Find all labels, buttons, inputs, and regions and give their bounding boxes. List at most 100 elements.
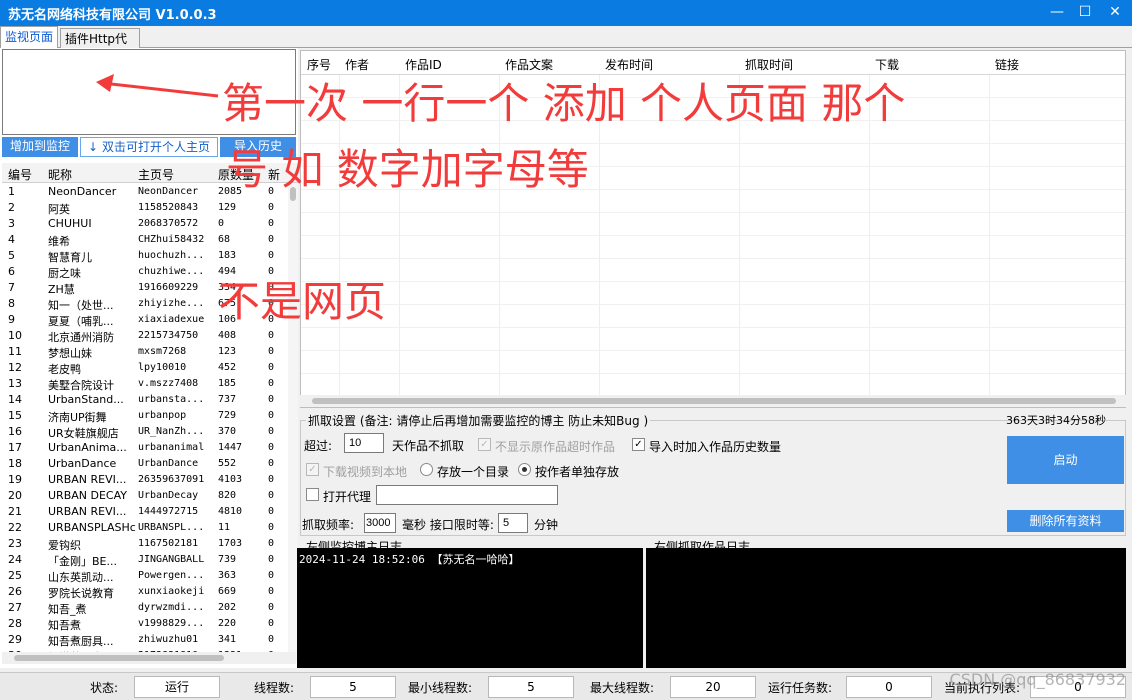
row-original-count: 202 <box>218 602 237 613</box>
row-number: 17 <box>8 441 22 454</box>
by-author-radio[interactable] <box>518 463 531 476</box>
tab-monitor[interactable]: 监视页面 <box>0 26 58 48</box>
table-row[interactable]: 3 CHUHUI 2068370572 0 0 <box>2 216 288 232</box>
row-nickname: 厨之味 <box>48 267 81 280</box>
row-new-count: 0 <box>268 234 275 245</box>
window-title: 苏无名网络科技有限公司 V1.0.0.3 <box>8 8 217 23</box>
row-number: 3 <box>8 217 15 230</box>
col-number[interactable]: 编号 <box>8 166 32 183</box>
freq-input[interactable] <box>364 513 396 533</box>
table-row[interactable]: 5 智慧育儿 huochuzh... 183 0 <box>2 248 288 264</box>
grid-vline <box>989 75 990 397</box>
row-number: 28 <box>8 617 22 630</box>
close-icon[interactable]: ✕ <box>1098 0 1132 26</box>
proxy-checkbox[interactable] <box>306 488 319 501</box>
freq-label: 抓取频率: <box>302 518 355 532</box>
table-row[interactable]: 25 山东英凯动... Powergen... 363 0 <box>2 568 288 584</box>
col-download[interactable]: 下载 <box>875 56 899 73</box>
table-row[interactable]: 24 「金刚」BE... JINGANGBALL 739 0 <box>2 552 288 568</box>
row-homepage: xiaxiadexue <box>138 314 205 325</box>
table-row[interactable]: 2 阿英 1158520843 129 0 <box>2 200 288 216</box>
download-video-label: 下载视频到本地 <box>323 465 408 479</box>
row-number: 5 <box>8 249 15 262</box>
monitor-list[interactable]: 编号 昵称 主页号 原数量 新 1 NeonDancer NeonDancer 208… <box>2 163 298 663</box>
left-log-box[interactable]: 2024-11-24 18:52:06 【苏无名一哈哈】 <box>297 548 643 668</box>
works-grid-header: 序号 作者 作品ID 作品文案 发布时间 抓取时间 下载 链接 <box>301 51 1125 75</box>
row-homepage: 2068370572 <box>138 218 199 229</box>
col-nickname[interactable]: 昵称 <box>48 166 72 183</box>
row-nickname: UrbanAnima... <box>48 441 127 454</box>
delete-all-button[interactable]: 删除所有资料 <box>1007 510 1124 532</box>
table-row[interactable]: 20 URBAN DECAY UrbanDecay 820 0 <box>2 488 288 504</box>
exceed-days-input[interactable] <box>344 433 384 453</box>
table-row[interactable]: 4 维希 CHZhui58432 68 0 <box>2 232 288 248</box>
row-nickname: 智慧育儿 <box>48 251 92 264</box>
row-number: 8 <box>8 297 15 310</box>
col-work-id[interactable]: 作品ID <box>405 56 442 73</box>
hide-old-checkbox[interactable]: ✓ <box>478 438 491 451</box>
table-row[interactable]: 13 美墅合院设计 v.mszz7408 185 0 <box>2 376 288 392</box>
open-homepage-tip: ↓ 双击可打开个人主页 <box>80 137 218 157</box>
annotation-line-3: 不是网页 <box>218 277 387 326</box>
add-to-monitor-button[interactable]: 增加到监控 <box>2 137 78 157</box>
works-horizontal-scrollbar[interactable] <box>300 395 1126 407</box>
maximize-icon[interactable]: ☐ <box>1068 0 1102 26</box>
row-nickname: 知一（处世... <box>48 299 114 312</box>
row-new-count: 0 <box>268 218 275 229</box>
col-link[interactable]: 链接 <box>995 56 1019 73</box>
grid-hline <box>301 304 1125 305</box>
table-row[interactable]: 22 URBANSPLASHc URBANSPL... 11 0 <box>2 520 288 536</box>
download-video-checkbox[interactable]: ✓ <box>306 463 319 476</box>
table-row[interactable]: 23 爱钩织 1167502181 1703 0 <box>2 536 288 552</box>
table-row[interactable]: 26 罗院长说教育 xunxiaokeji 669 0 <box>2 584 288 600</box>
row-number: 14 <box>8 393 22 406</box>
table-row[interactable]: 28 知吾煮 v1998829... 220 0 <box>2 616 288 632</box>
table-row[interactable]: 15 济南UP街舞 urbanpop 729 0 <box>2 408 288 424</box>
state-label: 状态: <box>90 681 119 695</box>
table-row[interactable]: 29 知吾煮厨具... zhiwuzhu01 341 0 <box>2 632 288 648</box>
row-original-count: 370 <box>218 426 237 437</box>
start-button[interactable]: 启动 <box>1007 436 1124 484</box>
col-homepage[interactable]: 主页号 <box>138 166 174 183</box>
col-work-text[interactable]: 作品文案 <box>505 56 553 73</box>
row-new-count: 0 <box>268 490 275 501</box>
row-number: 26 <box>8 585 22 598</box>
table-row[interactable]: 27 知吾_煮 dyrwzmdi... 202 0 <box>2 600 288 616</box>
row-new-count: 0 <box>268 346 275 357</box>
wait-minutes-input[interactable] <box>498 513 528 533</box>
proxy-input[interactable] <box>376 485 558 505</box>
running-value: 0 <box>846 676 932 698</box>
col-publish-time[interactable]: 发布时间 <box>605 56 653 73</box>
tab-http-proxy[interactable]: 插件Http代理 <box>60 28 140 63</box>
table-row[interactable]: 18 UrbanDance UrbanDance 552 0 <box>2 456 288 472</box>
open-homepage-tip-label: 双击可打开个人主页 <box>101 140 210 154</box>
col-fetch-time[interactable]: 抓取时间 <box>745 56 793 73</box>
table-row[interactable]: 11 梦想山妹 mxsm7268 123 0 <box>2 344 288 360</box>
horizontal-scrollbar[interactable] <box>2 652 296 664</box>
exceed-suffix: 天作品不抓取 <box>392 439 465 453</box>
table-row[interactable]: 10 北京通州消防 2215734750 408 0 <box>2 328 288 344</box>
col-author[interactable]: 作者 <box>345 56 369 73</box>
scrollbar-thumb[interactable] <box>312 398 1116 404</box>
table-row[interactable]: 12 老皮鸭 lpy10010 452 0 <box>2 360 288 376</box>
row-number: 25 <box>8 569 22 582</box>
col-index[interactable]: 序号 <box>307 56 331 73</box>
settings-legend: 抓取设置 (备注: 请停止后再增加需要监控的博主 防止未知Bug ) <box>306 412 651 429</box>
grid-hline <box>301 258 1125 259</box>
table-row[interactable]: 19 URBAN REVI... 26359637091 4103 0 <box>2 472 288 488</box>
row-nickname: 罗院长说教育 <box>48 587 114 600</box>
import-history-checkbox[interactable]: ✓ <box>632 438 645 451</box>
table-row[interactable]: 21 URBAN REVI... 1444972715 4810 0 <box>2 504 288 520</box>
row-original-count: 363 <box>218 570 237 581</box>
table-row[interactable]: 16 UR女鞋旗舰店 UR_NanZh... 370 0 <box>2 424 288 440</box>
right-log-box[interactable] <box>646 548 1126 668</box>
scrollbar-thumb[interactable] <box>14 655 224 661</box>
table-row[interactable]: 14 UrbanStand... urbansta... 737 0 <box>2 392 288 408</box>
one-dir-radio[interactable] <box>420 463 433 476</box>
max-threads-value: 20 <box>670 676 756 698</box>
row-original-count: 452 <box>218 362 237 373</box>
table-row[interactable]: 17 UrbanAnima... urbananimal 1447 0 <box>2 440 288 456</box>
row-homepage: URBANSPL... <box>138 522 205 533</box>
row-new-count: 0 <box>268 634 275 645</box>
row-nickname: NeonDancer <box>48 185 117 198</box>
